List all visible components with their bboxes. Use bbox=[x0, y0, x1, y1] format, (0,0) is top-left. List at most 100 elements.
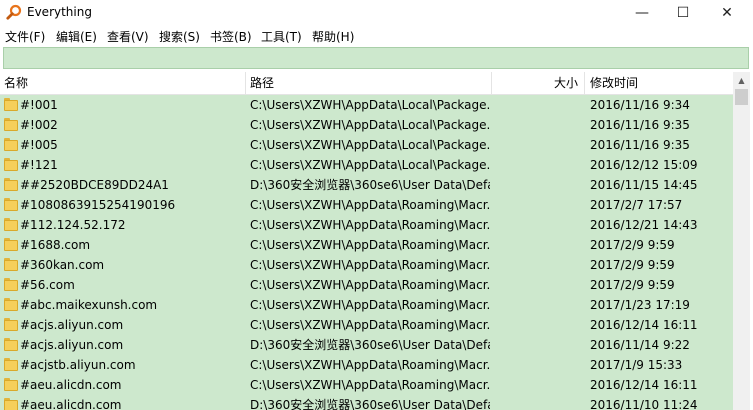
row-name: #56.com bbox=[20, 278, 75, 292]
row-name: #acjs.aliyun.com bbox=[20, 338, 124, 352]
row-modified: 2017/1/23 17:19 bbox=[590, 298, 690, 312]
row-name: #aeu.alicdn.com bbox=[20, 378, 122, 392]
title-bar: Everything — ☐ ✕ bbox=[0, 0, 753, 25]
folder-icon bbox=[4, 138, 18, 151]
row-modified: 2017/1/9 15:33 bbox=[590, 358, 683, 372]
scroll-thumb[interactable] bbox=[735, 89, 748, 105]
menu-edit[interactable]: 编辑(E) bbox=[56, 28, 97, 45]
folder-icon bbox=[4, 358, 18, 371]
search-input[interactable] bbox=[4, 48, 748, 68]
row-path: C:\Users\XZWH\AppData\Roaming\Macr... bbox=[250, 278, 490, 292]
folder-icon bbox=[4, 158, 18, 171]
row-path: C:\Users\XZWH\AppData\Roaming\Macr... bbox=[250, 318, 490, 332]
menu-bar: 文件(F) 编辑(E) 查看(V) 搜索(S) 书签(B) 工具(T) 帮助(H… bbox=[0, 25, 753, 46]
row-modified: 2016/11/10 11:24 bbox=[590, 398, 698, 410]
table-row[interactable]: #acjs.aliyun.com D:\360安全浏览器\360se6\User… bbox=[0, 335, 733, 355]
row-modified: 2016/11/16 9:35 bbox=[590, 138, 690, 152]
row-name: #!001 bbox=[20, 98, 58, 112]
folder-icon bbox=[4, 198, 18, 211]
row-path: D:\360安全浏览器\360se6\User Data\Defa... bbox=[250, 338, 490, 352]
folder-icon bbox=[4, 338, 18, 351]
row-path: C:\Users\XZWH\AppData\Roaming\Macr... bbox=[250, 218, 490, 232]
table-row[interactable]: #abc.maikexunsh.com C:\Users\XZWH\AppDat… bbox=[0, 295, 733, 315]
table-row[interactable]: #!001 C:\Users\XZWH\AppData\Local\Packag… bbox=[0, 95, 733, 115]
table-row[interactable]: #360kan.com C:\Users\XZWH\AppData\Roamin… bbox=[0, 255, 733, 275]
table-row[interactable]: #acjstb.aliyun.com C:\Users\XZWH\AppData… bbox=[0, 355, 733, 375]
row-path: C:\Users\XZWH\AppData\Roaming\Macr... bbox=[250, 198, 490, 212]
table-row[interactable]: #!005 C:\Users\XZWH\AppData\Local\Packag… bbox=[0, 135, 733, 155]
folder-icon bbox=[4, 318, 18, 331]
close-button[interactable]: ✕ bbox=[705, 0, 749, 25]
menu-search[interactable]: 搜索(S) bbox=[159, 28, 200, 45]
row-name: #!005 bbox=[20, 138, 58, 152]
row-name: #acjstb.aliyun.com bbox=[20, 358, 136, 372]
table-row[interactable]: #!002 C:\Users\XZWH\AppData\Local\Packag… bbox=[0, 115, 733, 135]
results-list: #!001 C:\Users\XZWH\AppData\Local\Packag… bbox=[0, 95, 733, 410]
row-name: #aeu.alicdn.com bbox=[20, 398, 122, 410]
row-path: C:\Users\XZWH\AppData\Roaming\Macr... bbox=[250, 358, 490, 372]
folder-icon bbox=[4, 398, 18, 410]
row-modified: 2016/12/12 15:09 bbox=[590, 158, 698, 172]
minimize-button[interactable]: — bbox=[620, 0, 664, 25]
row-name: #1080863915254190196 bbox=[20, 198, 176, 212]
row-modified: 2017/2/7 17:57 bbox=[590, 198, 683, 212]
row-modified: 2016/12/14 16:11 bbox=[590, 318, 698, 332]
table-row[interactable]: #1080863915254190196 C:\Users\XZWH\AppDa… bbox=[0, 195, 733, 215]
row-name: #!121 bbox=[20, 158, 58, 172]
folder-icon bbox=[4, 118, 18, 131]
column-header-size[interactable]: 大小 bbox=[492, 72, 585, 95]
row-name: #360kan.com bbox=[20, 258, 105, 272]
menu-help[interactable]: 帮助(H) bbox=[312, 28, 354, 45]
menu-file[interactable]: 文件(F) bbox=[5, 28, 45, 45]
folder-icon bbox=[4, 378, 18, 391]
row-path: D:\360安全浏览器\360se6\User Data\Defa... bbox=[250, 398, 490, 410]
table-row[interactable]: #112.124.52.172 C:\Users\XZWH\AppData\Ro… bbox=[0, 215, 733, 235]
table-row[interactable]: #aeu.alicdn.com C:\Users\XZWH\AppData\Ro… bbox=[0, 375, 733, 395]
row-modified: 2017/2/9 9:59 bbox=[590, 238, 675, 252]
row-modified: 2017/2/9 9:59 bbox=[590, 258, 675, 272]
magnifier-icon bbox=[6, 4, 22, 20]
row-modified: 2016/12/14 16:11 bbox=[590, 378, 698, 392]
menu-view[interactable]: 查看(V) bbox=[107, 28, 149, 45]
row-name: ##2520BDCE89DD24A1 bbox=[20, 178, 169, 192]
row-modified: 2016/12/21 14:43 bbox=[590, 218, 698, 232]
folder-icon bbox=[4, 258, 18, 271]
window-title: Everything bbox=[27, 5, 92, 19]
column-header: 名称 路径 大小 修改时间 bbox=[0, 72, 733, 95]
column-header-modified[interactable]: 修改时间 bbox=[585, 72, 733, 95]
row-modified: 2016/11/16 9:35 bbox=[590, 118, 690, 132]
column-header-path[interactable]: 路径 bbox=[246, 72, 492, 95]
folder-icon bbox=[4, 178, 18, 191]
row-modified: 2017/2/9 9:59 bbox=[590, 278, 675, 292]
table-row[interactable]: #!121 C:\Users\XZWH\AppData\Local\Packag… bbox=[0, 155, 733, 175]
row-path: C:\Users\XZWH\AppData\Local\Package... bbox=[250, 98, 490, 112]
search-box bbox=[3, 47, 749, 69]
row-modified: 2016/11/15 14:45 bbox=[590, 178, 698, 192]
table-row[interactable]: #56.com C:\Users\XZWH\AppData\Roaming\Ma… bbox=[0, 275, 733, 295]
row-modified: 2016/11/14 9:22 bbox=[590, 338, 690, 352]
folder-icon bbox=[4, 218, 18, 231]
folder-icon bbox=[4, 298, 18, 311]
row-path: D:\360安全浏览器\360se6\User Data\Defa... bbox=[250, 178, 490, 192]
row-path: C:\Users\XZWH\AppData\Roaming\Macr... bbox=[250, 258, 490, 272]
folder-icon bbox=[4, 238, 18, 251]
menu-bookmarks[interactable]: 书签(B) bbox=[210, 28, 252, 45]
table-row[interactable]: #1688.com C:\Users\XZWH\AppData\Roaming\… bbox=[0, 235, 733, 255]
row-modified: 2016/11/16 9:34 bbox=[590, 98, 690, 112]
menu-tools[interactable]: 工具(T) bbox=[261, 28, 302, 45]
row-name: #112.124.52.172 bbox=[20, 218, 126, 232]
row-path: C:\Users\XZWH\AppData\Local\Package... bbox=[250, 138, 490, 152]
table-row[interactable]: #aeu.alicdn.com D:\360安全浏览器\360se6\User … bbox=[0, 395, 733, 410]
row-path: C:\Users\XZWH\AppData\Roaming\Macr... bbox=[250, 298, 490, 312]
maximize-button[interactable]: ☐ bbox=[661, 0, 705, 25]
table-row[interactable]: #acjs.aliyun.com C:\Users\XZWH\AppData\R… bbox=[0, 315, 733, 335]
row-path: C:\Users\XZWH\AppData\Roaming\Macr... bbox=[250, 378, 490, 392]
row-name: #!002 bbox=[20, 118, 58, 132]
row-path: C:\Users\XZWH\AppData\Local\Package... bbox=[250, 158, 490, 172]
scroll-up-arrow-icon[interactable]: ▲ bbox=[733, 72, 750, 89]
table-row[interactable]: ##2520BDCE89DD24A1 D:\360安全浏览器\360se6\Us… bbox=[0, 175, 733, 195]
row-name: #abc.maikexunsh.com bbox=[20, 298, 158, 312]
vertical-scrollbar[interactable]: ▲ bbox=[733, 72, 750, 410]
row-path: C:\Users\XZWH\AppData\Roaming\Macr... bbox=[250, 238, 490, 252]
column-header-name[interactable]: 名称 bbox=[0, 72, 246, 95]
